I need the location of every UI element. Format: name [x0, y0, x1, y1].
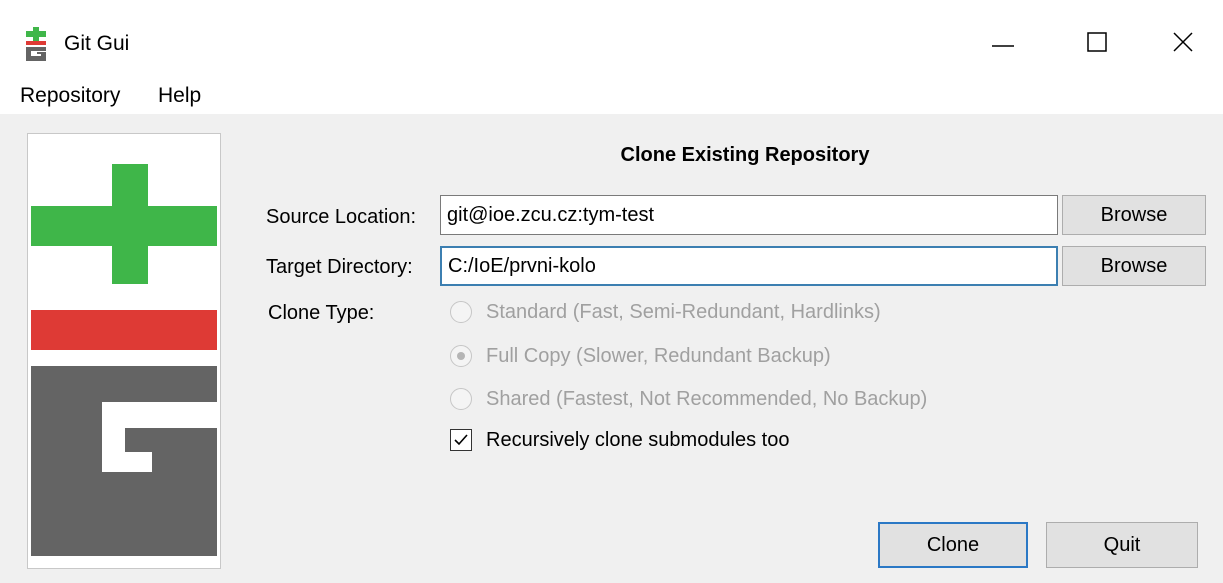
- recursive-submodules-checkbox[interactable]: [450, 429, 472, 451]
- radio-shared[interactable]: [450, 388, 472, 410]
- title-bar: Git Gui: [0, 0, 1223, 80]
- dialog-heading: Clone Existing Repository: [620, 144, 870, 166]
- source-location-input[interactable]: [440, 195, 1058, 235]
- minimize-icon: [992, 45, 1014, 47]
- radio-standard[interactable]: [450, 301, 472, 323]
- source-location-label: Source Location:: [266, 206, 417, 228]
- menu-bar: Repository Help: [0, 80, 1223, 114]
- browse-target-button[interactable]: Browse: [1062, 246, 1206, 286]
- clone-type-label: Clone Type:: [268, 302, 375, 324]
- quit-button[interactable]: Quit: [1046, 522, 1198, 568]
- maximize-icon: [1087, 32, 1107, 52]
- git-logo-icon: [31, 164, 217, 556]
- radio-standard-label: Standard (Fast, Semi-Redundant, Hardlink…: [486, 301, 881, 323]
- clone-type-standard-option[interactable]: Standard (Fast, Semi-Redundant, Hardlink…: [450, 297, 881, 327]
- menu-repository[interactable]: Repository: [20, 82, 120, 110]
- recursive-submodules-option[interactable]: Recursively clone submodules too: [450, 425, 790, 455]
- clone-button[interactable]: Clone: [878, 522, 1028, 568]
- clone-type-shared-option[interactable]: Shared (Fastest, Not Recommended, No Bac…: [450, 384, 927, 414]
- browse-source-button[interactable]: Browse: [1062, 195, 1206, 235]
- radio-shared-label: Shared (Fastest, Not Recommended, No Bac…: [486, 388, 928, 410]
- minimize-button[interactable]: [980, 22, 1026, 62]
- checkmark-icon: [454, 434, 468, 446]
- git-gui-icon: [26, 27, 46, 61]
- clone-dialog-panel: Clone Existing Repository Source Locatio…: [0, 114, 1223, 583]
- target-directory-input[interactable]: [440, 246, 1058, 286]
- window-title: Git Gui: [64, 32, 130, 55]
- recursive-submodules-label: Recursively clone submodules too: [486, 429, 790, 451]
- radio-full-copy-label: Full Copy (Slower, Redundant Backup): [486, 345, 831, 367]
- clone-type-full-copy-option[interactable]: Full Copy (Slower, Redundant Backup): [450, 341, 831, 371]
- maximize-button[interactable]: [1074, 22, 1120, 62]
- git-logo: [27, 133, 221, 569]
- menu-help[interactable]: Help: [158, 82, 201, 110]
- close-button[interactable]: [1160, 22, 1206, 62]
- radio-full-copy[interactable]: [450, 345, 472, 367]
- close-icon: [1173, 32, 1193, 52]
- target-directory-label: Target Directory:: [266, 256, 413, 278]
